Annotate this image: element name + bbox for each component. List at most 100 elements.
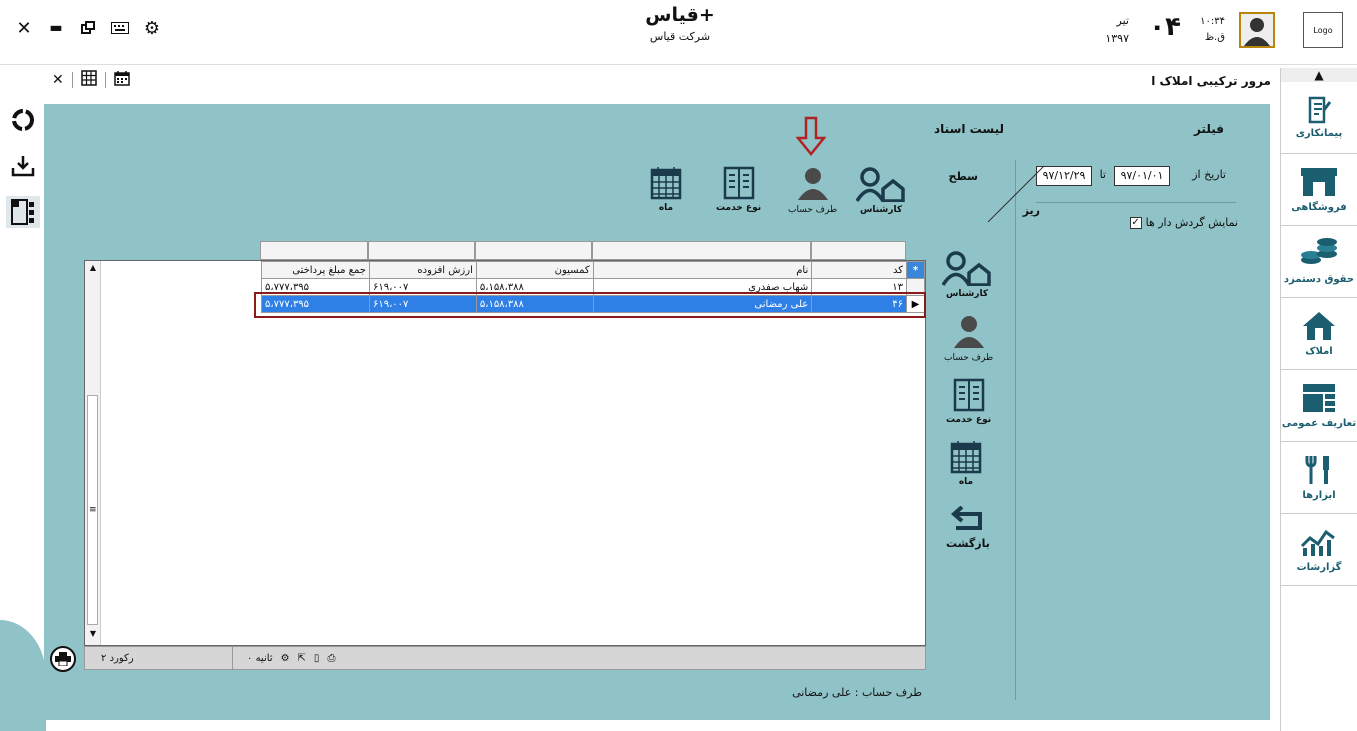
level-account[interactable]: طرف حساب bbox=[788, 166, 837, 215]
side-level-account[interactable]: طرف حساب bbox=[944, 314, 993, 363]
grid-header-marker[interactable]: * bbox=[906, 261, 925, 279]
minimize-icon[interactable]: ▬ bbox=[46, 18, 66, 38]
settings-icon[interactable]: ⚙ bbox=[281, 653, 290, 664]
scroll-grip-icon: ≡ bbox=[89, 505, 97, 515]
table-row[interactable]: ۱۳ شهاب صفدری ۵،۱۵۸،۳۸۸ ۶۱۹،۰۰۷ ۵،۷۷۷،۳۹… bbox=[261, 278, 925, 296]
date-from-label: تاریخ از bbox=[1192, 168, 1226, 181]
refresh-icon[interactable] bbox=[6, 104, 40, 136]
sidebar-item-label: فروشگاهی bbox=[1291, 202, 1347, 213]
level-month-label: ماه bbox=[658, 203, 674, 213]
close-tab-icon[interactable]: ✕ bbox=[52, 72, 64, 88]
group-header-cell bbox=[260, 241, 368, 260]
date-from-input[interactable]: ۹۷/۰۱/۰۱ bbox=[1114, 166, 1170, 186]
side-level-service-type[interactable]: نوع خدمت bbox=[946, 378, 991, 425]
level-month[interactable]: ماه bbox=[650, 166, 682, 213]
cell-commission[interactable]: ۵،۱۵۸،۳۸۸ bbox=[475, 295, 594, 313]
group-header-cell bbox=[368, 241, 475, 260]
print-icon[interactable]: ⎙ bbox=[327, 653, 335, 664]
column-header-name[interactable]: نام bbox=[592, 261, 813, 279]
grid-header-row: * کد نام کمسیون ارزش افزوده جمع مبلغ پرد… bbox=[261, 261, 925, 279]
status-tools: ۰ ثانیه ⚙ ⇱ ▯ ⎙ bbox=[233, 653, 335, 664]
scroll-down-icon[interactable]: ▼ bbox=[85, 629, 101, 643]
house-icon bbox=[1303, 312, 1335, 340]
sidebar-item-payroll[interactable]: حقوق دستمزد bbox=[1281, 226, 1357, 298]
cell-total[interactable]: ۵،۷۷۷،۳۹۵ bbox=[261, 278, 370, 296]
level-diagonal bbox=[986, 164, 1046, 227]
layout-panel-icon[interactable] bbox=[6, 196, 40, 228]
side-level-month[interactable]: ماه bbox=[950, 440, 982, 487]
scroll-up-icon[interactable]: ▲ bbox=[85, 263, 101, 277]
show-turnover-checkbox[interactable]: ✓ bbox=[1129, 216, 1142, 229]
print-round-icon[interactable] bbox=[50, 646, 76, 672]
toolbar-separator bbox=[71, 72, 73, 88]
sidebar-item-tools[interactable]: ابزارها bbox=[1281, 442, 1357, 514]
window-controls: ✕ ▬ ⚙ bbox=[14, 18, 162, 39]
download-icon[interactable] bbox=[6, 150, 40, 182]
sidebar-item-reports[interactable]: گزارشات bbox=[1281, 514, 1357, 586]
grid-view-icon[interactable] bbox=[80, 70, 97, 90]
restore-icon[interactable] bbox=[78, 18, 98, 38]
close-icon[interactable]: ✕ bbox=[14, 18, 34, 39]
sidebar-item-label: تعاریف عمومی bbox=[1281, 418, 1357, 429]
sidebar-item-real-estate[interactable]: املاک bbox=[1281, 298, 1357, 370]
show-turnover-label: نمایش گردش دار ها bbox=[1145, 216, 1238, 229]
sidebar-item-label: پیمانکاری bbox=[1295, 128, 1343, 139]
side-level-service-type-label: نوع خدمت bbox=[946, 415, 992, 425]
level-service-type[interactable]: نوع خدمت bbox=[716, 166, 761, 213]
column-header-commission[interactable]: کمسیون bbox=[475, 261, 594, 279]
cell-code[interactable]: ۱۳ bbox=[811, 278, 908, 296]
decorative-curve bbox=[0, 620, 46, 731]
sidebar-item-contracting[interactable]: پیمانکاری bbox=[1281, 82, 1357, 154]
side-level-account-label: طرف حساب bbox=[944, 353, 994, 363]
row-indicator-current[interactable]: ▶ bbox=[906, 295, 925, 313]
sub-toolbar: ✕ bbox=[52, 70, 130, 90]
vertical-scrollbar[interactable]: ▲ ≡ ▼ bbox=[85, 261, 101, 645]
cell-commission[interactable]: ۵،۱۵۸،۳۸۸ bbox=[475, 278, 594, 296]
user-avatar[interactable] bbox=[1239, 12, 1275, 48]
grid-group-header bbox=[260, 241, 906, 260]
sidebar-scroll-up-icon[interactable]: ▲ bbox=[1281, 68, 1357, 82]
group-header-cell bbox=[592, 241, 811, 260]
app-title: قیاس+ bbox=[645, 4, 715, 26]
level-label: سطح bbox=[948, 170, 978, 183]
date-day: ۰۴ bbox=[1149, 12, 1181, 42]
column-header-vat[interactable]: ارزش افزوده bbox=[368, 261, 477, 279]
calendar-icon[interactable] bbox=[113, 70, 130, 90]
data-grid: ▲ ≡ ▼ * کد نام کمسیون ارزش افزوده جمع مب… bbox=[84, 260, 926, 646]
record-count: ۲ رکورد bbox=[85, 647, 233, 669]
date-month: تیر bbox=[1116, 14, 1129, 27]
date-to-label: تا bbox=[1099, 168, 1106, 181]
table-row-selected[interactable]: ▶ ۴۶ علی رمضانی ۵،۱۵۸،۳۸۸ ۶۱۹،۰۰۷ ۵،۷۷۷،… bbox=[261, 295, 925, 313]
row-indicator[interactable] bbox=[906, 278, 925, 296]
cell-name[interactable]: علی رمضانی bbox=[592, 295, 813, 313]
main-panel: فیلتر تاریخ از ۹۷/۰۱/۰۱ تا ۹۷/۱۲/۲۹ ✓ نم… bbox=[44, 104, 1270, 720]
cell-name[interactable]: شهاب صفدری bbox=[592, 278, 813, 296]
back-label: بازگشت bbox=[946, 537, 990, 550]
export-icon[interactable]: ⇱ bbox=[298, 653, 306, 664]
pdf-icon[interactable]: ▯ bbox=[314, 653, 320, 664]
cell-vat[interactable]: ۶۱۹،۰۰۷ bbox=[368, 295, 477, 313]
cell-vat[interactable]: ۶۱۹،۰۰۷ bbox=[368, 278, 477, 296]
cell-code[interactable]: ۴۶ bbox=[811, 295, 908, 313]
keyboard-icon[interactable] bbox=[110, 18, 130, 38]
app-title-block: قیاس+ شرکت قیاس bbox=[600, 4, 760, 43]
group-header-cell bbox=[475, 241, 592, 260]
sidebar-item-label: گزارشات bbox=[1296, 562, 1342, 573]
gear-icon[interactable]: ⚙ bbox=[142, 18, 162, 39]
company-name: شرکت قیاس bbox=[649, 30, 711, 43]
sidebar-item-store[interactable]: فروشگاهی bbox=[1281, 154, 1357, 226]
reports-icon bbox=[1300, 529, 1335, 556]
cell-total[interactable]: ۵،۷۷۷،۳۹۵ bbox=[261, 295, 370, 313]
clock-time: ۱۰:۳۴ bbox=[1200, 16, 1225, 27]
side-level-expert[interactable]: کارشناس bbox=[942, 250, 992, 299]
module-sidebar: ▲ پیمانکاری فروشگاهی حقوق دستمزد املاک ت… bbox=[1280, 68, 1357, 731]
level-expert[interactable]: کارشناس bbox=[856, 166, 906, 215]
back-button[interactable]: بازگشت bbox=[946, 506, 990, 550]
date-year: ۱۳۹۷ bbox=[1105, 32, 1129, 45]
show-turnover-checkbox-row[interactable]: ✓ نمایش گردش دار ها bbox=[1129, 216, 1238, 229]
account-info: طرف حساب : علی رمضانی bbox=[792, 686, 922, 699]
sidebar-item-definitions[interactable]: تعاریف عمومی bbox=[1281, 370, 1357, 442]
column-header-total[interactable]: جمع مبلغ پرداختی bbox=[261, 261, 370, 279]
sidebar-item-label: املاک bbox=[1305, 346, 1333, 357]
column-header-code[interactable]: کد bbox=[811, 261, 908, 279]
